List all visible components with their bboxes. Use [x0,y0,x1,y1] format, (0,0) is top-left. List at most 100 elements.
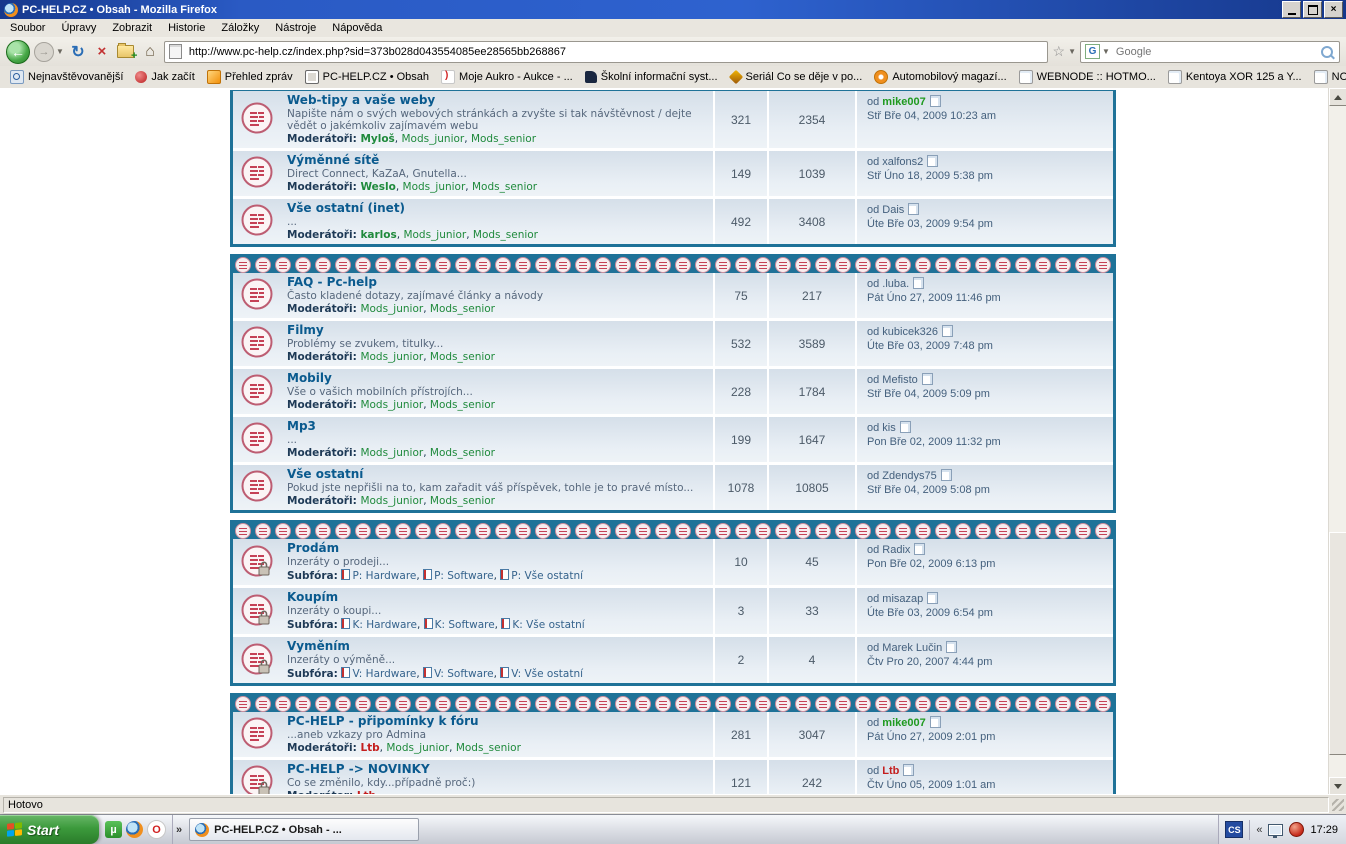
moderator-link[interactable]: Mods_senior [456,742,521,754]
goto-last-post-icon[interactable] [930,95,941,107]
bookmark-item[interactable]: Školní informační syst... [579,69,724,85]
location-bar[interactable] [164,41,1048,63]
menu-item-zobrazit[interactable]: Zobrazit [104,20,160,36]
last-post-user-link[interactable]: Dais [882,204,904,216]
goto-last-post-icon[interactable] [908,203,919,215]
forum-title-link[interactable]: Prodám [287,541,339,555]
moderator-link[interactable]: Mods_junior [403,181,466,193]
moderator-link[interactable]: Mods_senior [430,399,495,411]
last-post-user-link[interactable]: xalfons2 [882,156,923,168]
quick-launch-overflow-chevron[interactable]: » [173,824,185,836]
scrollbar-thumb[interactable] [1329,532,1346,755]
forum-title-link[interactable]: Výměnné sítě [287,153,379,167]
moderator-link[interactable]: Mods_junior [386,742,449,754]
antivirus-shield-icon[interactable] [1289,822,1304,837]
moderator-link[interactable]: Mods_junior [401,133,464,145]
subforum-link[interactable]: P: Hardware [352,570,416,582]
bookmark-item[interactable]: Přehled zpráv [201,68,299,86]
bookmark-item[interactable]: Automobilový magazí... [868,68,1012,86]
moderator-link[interactable]: Mods_junior [360,303,423,315]
bookmark-item[interactable]: Moje Aukro - Aukce - ... [435,68,579,86]
search-engine-icon[interactable]: G [1085,44,1100,59]
last-post-user-link[interactable]: Radix [882,544,910,556]
home-button[interactable]: ⌂ [140,42,160,62]
last-post-user-link[interactable]: mike007 [882,96,925,108]
moderator-link[interactable]: Mods_senior [471,133,536,145]
goto-last-post-icon[interactable] [903,764,914,776]
menu-item-úpravy[interactable]: Úpravy [53,20,104,36]
goto-last-post-icon[interactable] [930,716,941,728]
stop-button[interactable]: × [92,42,112,62]
goto-last-post-icon[interactable] [913,277,924,289]
moderator-link[interactable]: Mods_junior [403,229,466,241]
search-icon[interactable] [1321,46,1333,58]
menu-item-historie[interactable]: Historie [160,20,213,36]
goto-last-post-icon[interactable] [946,641,957,653]
last-post-user-link[interactable]: Marek Lučin [882,642,942,654]
search-input[interactable] [1114,45,1317,59]
moderator-link[interactable]: Myloš [360,133,394,145]
bookmark-item[interactable]: Nejnavštěvovanější [4,68,129,86]
last-post-user-link[interactable]: kubicek326 [882,326,938,338]
menu-item-soubor[interactable]: Soubor [2,20,53,36]
tray-collapse-chevron[interactable]: « [1256,824,1262,836]
forum-title-link[interactable]: Filmy [287,323,324,337]
history-dropdown-icon[interactable]: ▼ [56,47,64,56]
subforum-link[interactable]: V: Hardware [352,668,416,680]
subforum-link[interactable]: K: Vše ostatní [512,619,584,631]
scroll-up-button[interactable] [1329,88,1346,106]
last-post-user-link[interactable]: mike007 [882,717,925,729]
bookmark-item[interactable]: WEBNODE :: HOTMO... [1013,68,1162,86]
task-button-firefox[interactable]: PC-HELP.CZ • Obsah - ... [189,818,419,841]
moderator-link[interactable]: Mods_junior [360,495,423,507]
moderator-link[interactable]: Ltb [360,742,379,754]
moderator-link[interactable]: Mods_junior [360,351,423,363]
scroll-down-button[interactable] [1329,777,1346,795]
last-post-user-link[interactable]: Mefisto [882,374,917,386]
last-post-user-link[interactable]: Zdendys75 [882,470,936,482]
subforum-link[interactable]: V: Software [434,668,494,680]
last-post-user-link[interactable]: Ltb [882,765,899,777]
close-button[interactable]: × [1324,1,1343,18]
forum-title-link[interactable]: Koupím [287,590,338,604]
search-engine-dropdown-icon[interactable]: ▼ [1102,47,1110,56]
resize-grip[interactable] [1332,799,1344,811]
goto-last-post-icon[interactable] [927,155,938,167]
moderator-link[interactable]: Mods_junior [360,399,423,411]
language-indicator[interactable]: CS [1225,821,1243,838]
menu-item-nástroje[interactable]: Nástroje [267,20,324,36]
goto-last-post-icon[interactable] [914,543,925,555]
forum-title-link[interactable]: Mobily [287,371,332,385]
firefox-icon[interactable] [126,821,143,838]
bookmark-item[interactable]: PC-HELP.CZ • Obsah [299,68,435,86]
moderator-link[interactable]: Mods_senior [473,229,538,241]
forward-button[interactable]: → [34,42,54,62]
forum-title-link[interactable]: PC-HELP -> NOVINKY [287,762,430,776]
forum-title-link[interactable]: PC-HELP - připomínky k fóru [287,714,479,728]
vertical-scrollbar[interactable] [1328,88,1346,795]
goto-last-post-icon[interactable] [927,592,938,604]
forum-title-link[interactable]: Vše ostatní [287,467,363,481]
goto-last-post-icon[interactable] [942,325,953,337]
forum-title-link[interactable]: Vše ostatní (inet) [287,201,405,215]
goto-last-post-icon[interactable] [900,421,911,433]
moderator-link[interactable]: karlos [360,229,396,241]
opera-icon[interactable]: O [147,820,166,839]
bookmark-item[interactable]: Seriál Co se děje v po... [724,69,869,85]
url-input[interactable] [187,45,1043,59]
subforum-link[interactable]: P: Software [434,570,494,582]
bookmark-item[interactable]: Kentoya XOR 125 a Y... [1162,68,1308,86]
bookmark-dropdown-icon[interactable]: ▼ [1068,47,1076,56]
moderator-link[interactable]: Weslo [360,181,395,193]
goto-last-post-icon[interactable] [941,469,952,481]
minimize-button[interactable] [1282,1,1301,18]
bookmark-star-icon[interactable]: ☆ [1052,43,1067,60]
forum-title-link[interactable]: Web-tipy a vaše weby [287,93,435,107]
moderator-link[interactable]: Mods_senior [430,495,495,507]
last-post-user-link[interactable]: kis [882,422,895,434]
reload-button[interactable]: ↻ [68,42,88,62]
menu-item-záložky[interactable]: Záložky [213,20,267,36]
forum-title-link[interactable]: Vyměním [287,639,350,653]
menu-item-nápověda[interactable]: Nápověda [324,20,390,36]
search-box[interactable]: G ▼ [1080,41,1340,63]
